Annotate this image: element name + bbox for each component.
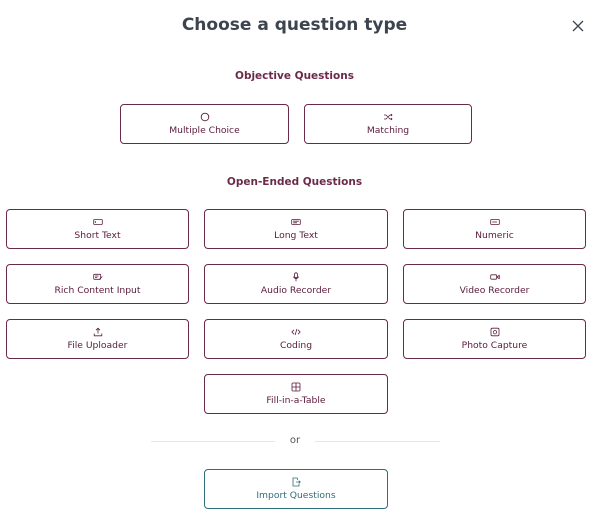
matching-label: Matching [366,125,410,136]
numeric-icon [489,219,500,225]
divider-line-left [151,441,275,442]
long-text-button[interactable]: Long Text [204,209,388,249]
photo-capture-button[interactable]: Photo Capture [403,319,586,359]
audio-recorder-label: Audio Recorder [260,285,332,296]
coding-label: Coding [279,340,313,351]
radio-circle-icon [200,112,209,122]
coding-button[interactable]: Coding [204,319,388,359]
shuffle-icon [384,113,393,121]
long-text-label: Long Text [274,230,318,241]
fill-in-a-table-label: Fill-in-a-Table [266,395,326,406]
short-text-label: Short Text [74,230,121,241]
video-recorder-label: Video Recorder [459,285,530,296]
import-file-icon [292,477,301,487]
multiple-choice-label: Multiple Choice [169,125,240,136]
camera-icon [490,327,499,337]
divider-or-text: or [289,435,301,446]
import-questions-button[interactable]: Import Questions [204,469,388,509]
long-text-icon [291,219,301,225]
import-questions-label: Import Questions [256,490,336,501]
file-uploader-button[interactable]: File Uploader [6,319,189,359]
numeric-button[interactable]: Numeric [403,209,586,249]
short-text-button[interactable]: Short Text [6,209,189,249]
code-icon [291,328,301,336]
fill-in-a-table-button[interactable]: Fill-in-a-Table [204,374,388,414]
video-recorder-button[interactable]: Video Recorder [403,264,586,304]
divider-line-right [315,441,440,442]
file-uploader-label: File Uploader [67,340,128,351]
photo-capture-label: Photo Capture [461,340,528,351]
objective-questions-heading: Objective Questions [235,70,354,82]
rich-content-input-button[interactable]: Rich Content Input [6,264,189,304]
open-ended-questions-heading: Open-Ended Questions [226,176,363,188]
numeric-label: Numeric [475,230,514,241]
short-text-icon [92,219,103,225]
upload-icon [93,327,102,337]
microphone-icon [292,272,300,282]
modal-title: Choose a question type [181,15,408,35]
table-icon [291,382,301,392]
question-type-modal: Choose a question type Objective Questio… [0,0,589,515]
matching-button[interactable]: Matching [304,104,472,144]
multiple-choice-button[interactable]: Multiple Choice [120,104,289,144]
audio-recorder-button[interactable]: Audio Recorder [204,264,388,304]
rich-content-input-label: Rich Content Input [54,285,141,296]
close-icon[interactable] [571,19,585,33]
video-camera-icon [489,274,500,280]
rich-content-icon [92,273,103,280]
